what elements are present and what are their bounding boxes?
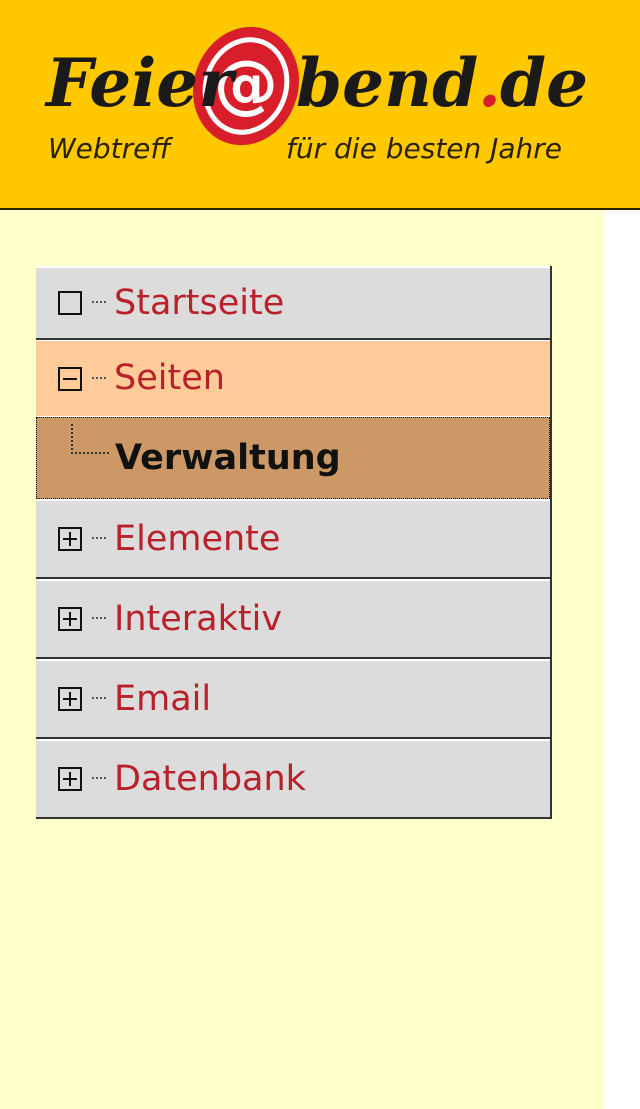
nav-tree: Startseite Seiten Verwaltung Elemente In…: [36, 266, 552, 819]
svg-text:bend: bend: [296, 44, 478, 122]
svg-text:für die besten Jahre: für die besten Jahre: [286, 132, 562, 165]
expand-plus-icon[interactable]: [58, 767, 82, 791]
nav-item-label[interactable]: Startseite: [114, 285, 284, 321]
nav-item-datenbank[interactable]: Datenbank: [36, 739, 550, 819]
svg-text:Feier: Feier: [44, 44, 237, 122]
nav-item-label[interactable]: Elemente: [114, 521, 280, 557]
nav-item-seiten[interactable]: Seiten: [36, 340, 550, 418]
tree-connector: [92, 376, 106, 381]
svg-text:.: .: [478, 44, 501, 122]
nav-item-email[interactable]: Email: [36, 659, 550, 739]
site-header: @ Feier bend . de Webtreff für die beste…: [0, 0, 640, 210]
page: @ Feier bend . de Webtreff für die beste…: [0, 0, 640, 1109]
tree-connector: [92, 777, 106, 781]
nav-item-label[interactable]: Verwaltung: [115, 440, 341, 476]
nav-item-label[interactable]: Seiten: [114, 361, 225, 396]
sidebar: Startseite Seiten Verwaltung Elemente In…: [0, 210, 604, 1109]
tree-connector: [92, 301, 106, 305]
tree-connector: [92, 617, 106, 621]
nav-item-interaktiv[interactable]: Interaktiv: [36, 579, 550, 659]
nav-item-label[interactable]: Email: [114, 681, 211, 717]
expand-plus-icon[interactable]: [58, 527, 82, 551]
expand-plus-icon[interactable]: [58, 687, 82, 711]
nav-item-label[interactable]: Interaktiv: [114, 601, 282, 637]
nav-item-startseite[interactable]: Startseite: [36, 266, 550, 340]
tree-connector: [92, 537, 106, 541]
tree-branch-line: [71, 424, 109, 454]
leaf-box-icon: [58, 291, 82, 315]
nav-item-elemente[interactable]: Elemente: [36, 499, 550, 579]
nav-item-label[interactable]: Datenbank: [114, 761, 306, 797]
collapse-minus-icon[interactable]: [58, 366, 82, 391]
tree-connector: [92, 697, 106, 701]
site-logo[interactable]: @ Feier bend . de Webtreff für die beste…: [40, 10, 600, 190]
expand-plus-icon[interactable]: [58, 607, 82, 631]
svg-text:Webtreff: Webtreff: [48, 132, 173, 165]
nav-item-verwaltung[interactable]: Verwaltung: [36, 417, 550, 499]
svg-text:de: de: [500, 44, 588, 122]
